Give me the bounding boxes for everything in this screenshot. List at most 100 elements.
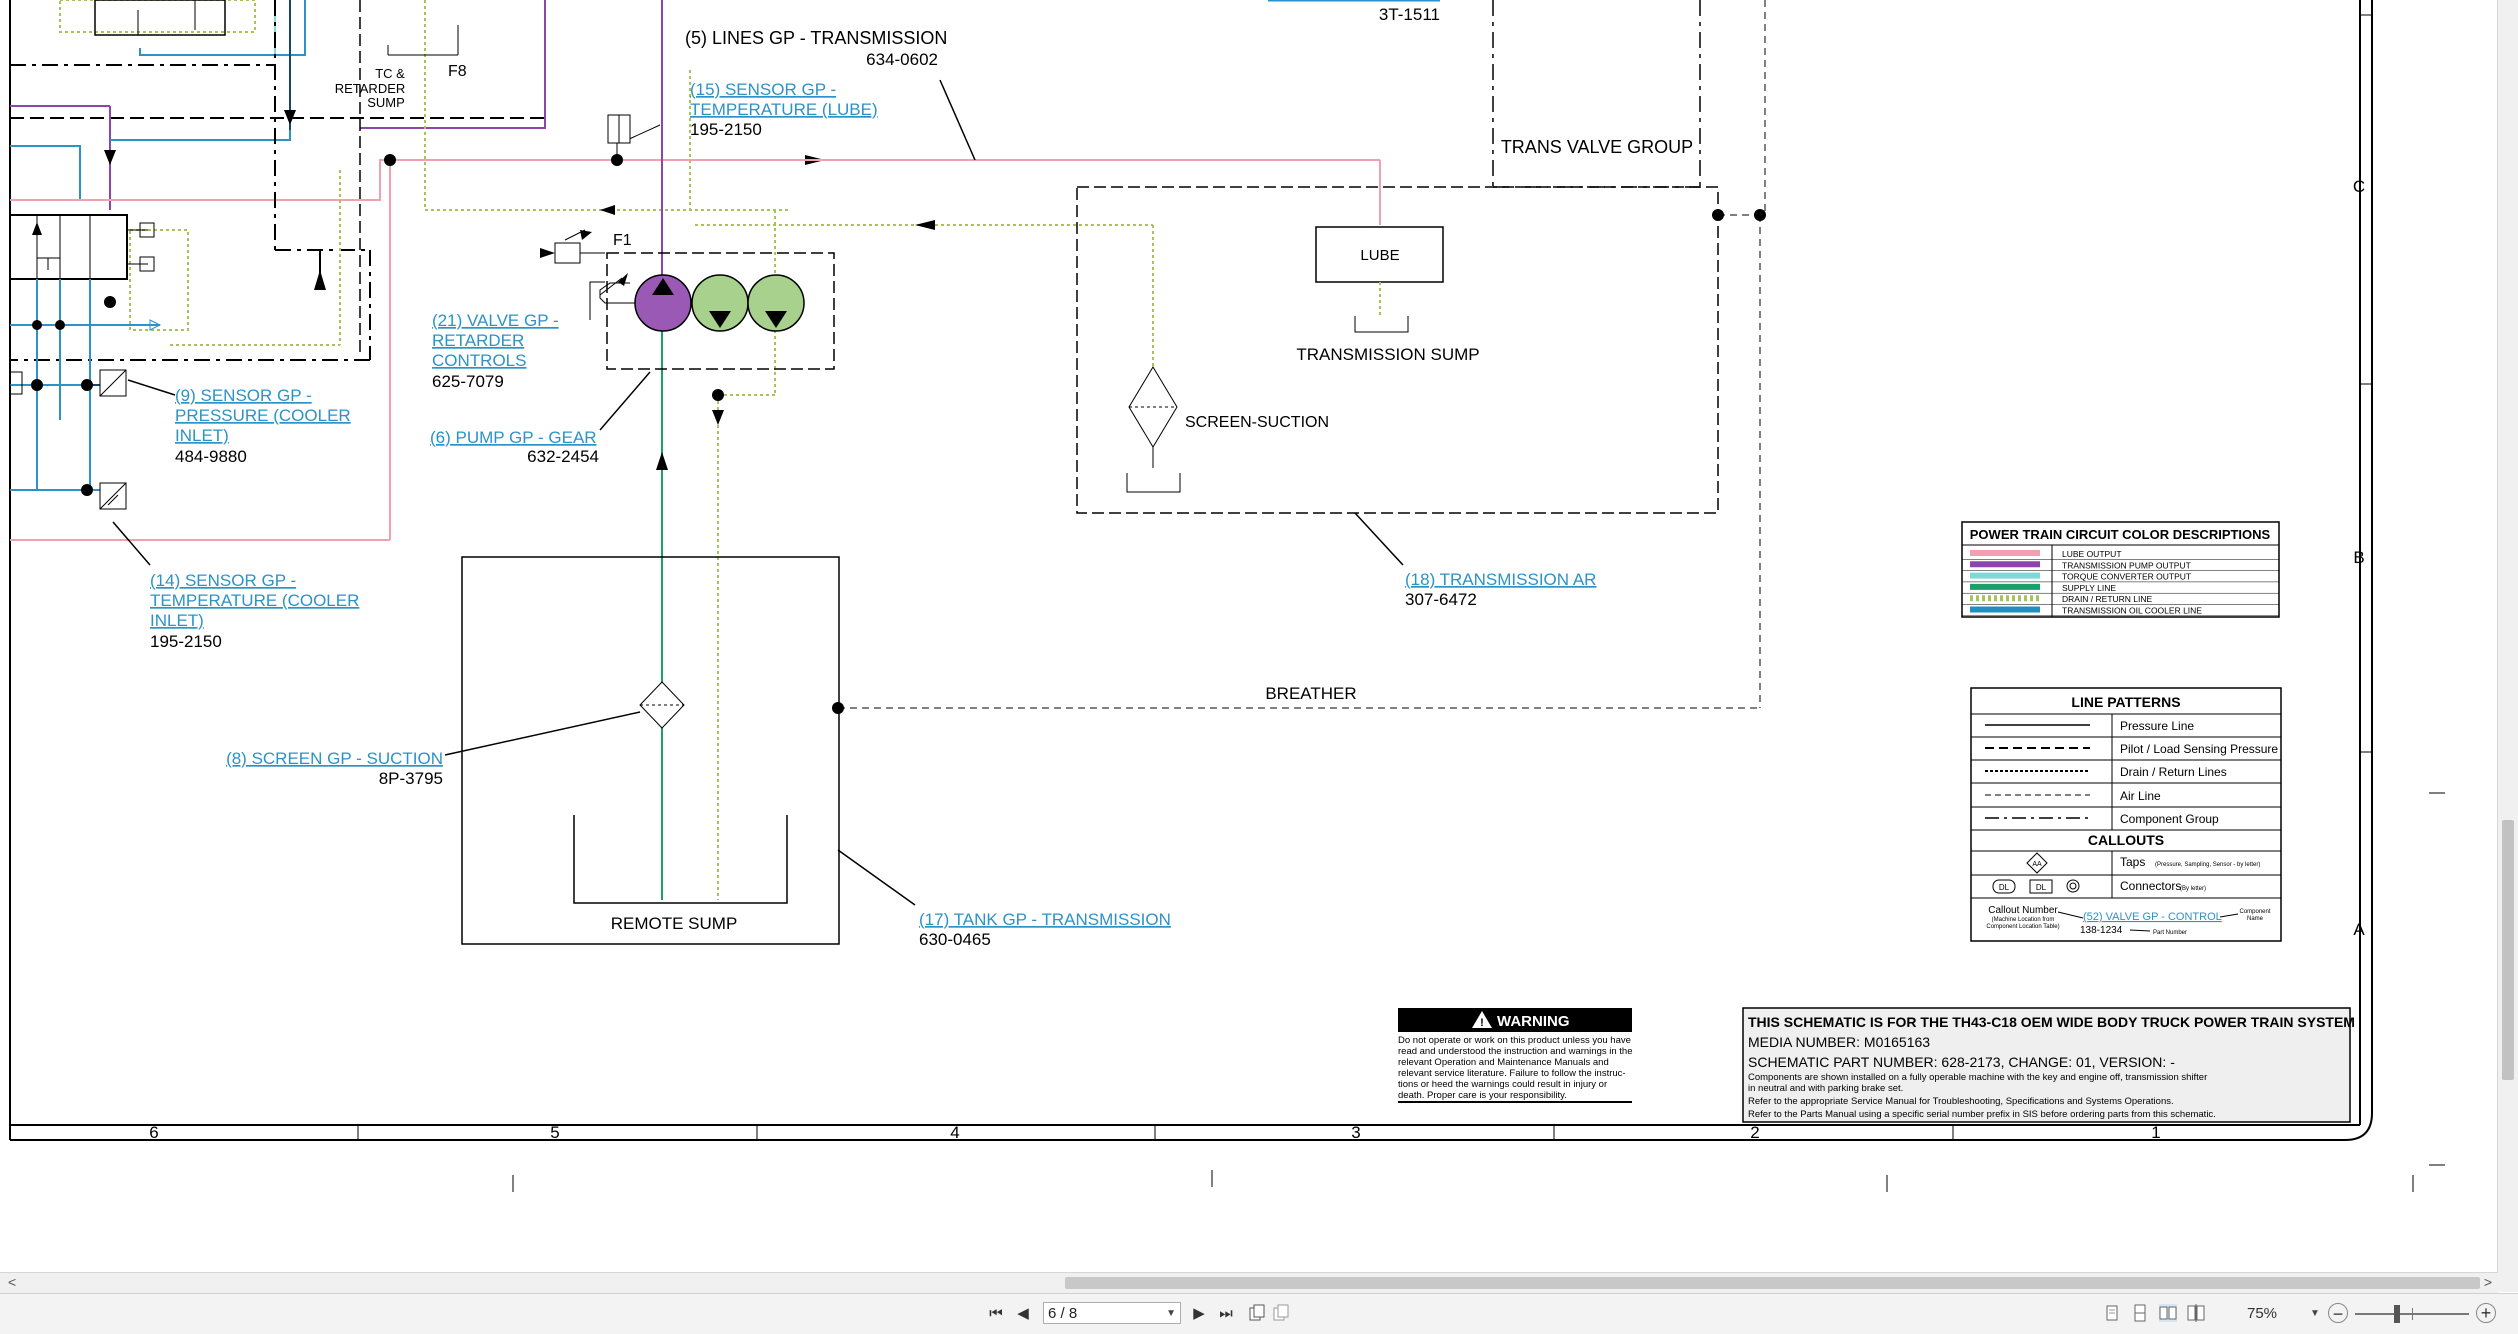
zoom-slider-midmark (2412, 1308, 2413, 1320)
example-callout-note-1: (Machine Location from (1992, 917, 2055, 923)
callout-9-link-2[interactable]: PRESSURE (COOLER (175, 406, 351, 425)
grid-row-a: A (2353, 920, 2365, 939)
callout-15-link-2[interactable]: TEMPERATURE (LUBE) (690, 100, 878, 119)
pattern-pressure: Pressure Line (2120, 719, 2194, 733)
example-component-name-1: Component (2239, 909, 2270, 915)
grid-col-2: 2 (1750, 1123, 1759, 1142)
callout-21-link[interactable]: (21) VALVE GP - (432, 311, 559, 330)
callout-21-part: 625-7079 (432, 372, 504, 391)
zoom-slider-thumb[interactable] (2394, 1305, 2400, 1323)
callout-14-link[interactable]: (14) SENSOR GP - (150, 571, 296, 590)
page-number-value: 6 / 8 (1048, 1305, 1078, 1322)
callout-5-title: (5) LINES GP - TRANSMISSION (685, 28, 947, 48)
color-legend-label: TRANSMISSION OIL COOLER LINE (2062, 606, 2202, 616)
next-page-button[interactable]: ▶ (1188, 1303, 1210, 1325)
vertical-scrollbar[interactable] (2497, 0, 2518, 1272)
scroll-left-icon[interactable]: < (8, 1274, 16, 1290)
color-legend-label: LUBE OUTPUT (2062, 549, 2122, 559)
title-block-title: THIS SCHEMATIC IS FOR THE TH43-C18 OEM W… (1748, 1014, 2355, 1030)
schematic-drawing: (5) LINES GP - TRANSMISSION 634-0602 3T-… (9, 0, 2445, 1192)
callout-21-link-3[interactable]: CONTROLS (432, 351, 526, 370)
book-view-icon[interactable] (2187, 1304, 2205, 1322)
grid-col-4: 4 (950, 1123, 959, 1142)
line-patterns-legend: LINE PATTERNS Pressure Line Pilot / Load… (1970, 687, 2282, 942)
vertical-scroll-thumb[interactable] (2502, 820, 2514, 1080)
callout-14-link-2[interactable]: TEMPERATURE (COOLER (150, 591, 359, 610)
callout-5-part: 634-0602 (866, 50, 938, 69)
pdf-viewer-window: (5) LINES GP - TRANSMISSION 634-0602 3T-… (0, 0, 2518, 1334)
example-callout-link[interactable]: (52) VALVE GP - CONTROL (2083, 911, 2222, 923)
previous-page-button[interactable]: ◀ (1012, 1303, 1034, 1325)
svg-text:!: ! (1480, 1017, 1484, 1029)
warning-line-5: tions or heed the warnings could result … (1398, 1079, 1607, 1090)
title-block-note-1: Components are shown installed on a full… (1748, 1072, 2207, 1083)
example-callout-number: Callout Number (1988, 905, 2058, 916)
example-part-number: Part Number (2153, 930, 2187, 936)
trans-valve-group-label: TRANS VALVE GROUP (1501, 137, 1693, 157)
callout-8-part: 8P-3795 (379, 769, 443, 788)
remote-sump-label: REMOTE SUMP (611, 914, 738, 933)
example-part: 138-1234 (2080, 925, 2123, 936)
title-block-note-3: Refer to the appropriate Service Manual … (1748, 1096, 2174, 1107)
color-legend-title: POWER TRAIN CIRCUIT COLOR DESCRIPTIONS (1970, 527, 2271, 542)
page-number-input[interactable]: 6 / 8 ▼ (1043, 1302, 1181, 1324)
chevron-down-icon[interactable]: ▼ (1166, 1303, 1176, 1325)
grid-row-b: B (2353, 548, 2364, 567)
grid-row-c: C (2353, 177, 2365, 196)
horizontal-scrollbar[interactable]: < > (0, 1272, 2498, 1293)
callout-6-link[interactable]: (6) PUMP GP - GEAR (430, 428, 597, 447)
document-canvas[interactable]: (5) LINES GP - TRANSMISSION 634-0602 3T-… (0, 0, 2498, 1272)
last-page-button[interactable]: ⏭ (1215, 1303, 1237, 1325)
warning-box: ! WARNING Do not operate or work on this… (1398, 1008, 1633, 1103)
first-page-button[interactable]: ⏮ (985, 1303, 1007, 1325)
f1-label: F1 (613, 232, 632, 249)
pattern-component-group: Component Group (2120, 812, 2219, 826)
warning-line-1: Do not operate or work on this product u… (1398, 1035, 1631, 1046)
zoom-out-button[interactable]: − (2328, 1303, 2348, 1324)
zoom-level[interactable]: 75% (2247, 1303, 2277, 1325)
callout-17-link[interactable]: (17) TANK GP - TRANSMISSION (919, 910, 1171, 929)
grid-col-5: 5 (550, 1123, 559, 1142)
horizontal-scroll-thumb[interactable] (1065, 1277, 2480, 1289)
pattern-drain: Drain / Return Lines (2120, 765, 2227, 779)
status-bar: ⏮ ◀ 6 / 8 ▼ ▶ ⏭ 75% ▼ − + (0, 1293, 2518, 1334)
line-patterns-title: LINE PATTERNS (2071, 694, 2180, 710)
callout-8-link[interactable]: (8) SCREEN GP - SUCTION (226, 749, 443, 768)
warning-line-4: relevant service literature. Failure to … (1398, 1068, 1626, 1079)
warning-line-3: relevant Operation and Maintenance Manua… (1398, 1057, 1609, 1068)
pattern-pilot: Pilot / Load Sensing Pressure (2120, 742, 2278, 756)
callout-6-part: 632-2454 (527, 447, 599, 466)
zoom-dropdown-icon[interactable]: ▼ (2310, 1303, 2320, 1325)
connector-1: DL (1999, 883, 2010, 892)
callout-9-part: 484-9880 (175, 447, 247, 466)
taps-label: Taps (2120, 855, 2145, 869)
screen-suction-label: SCREEN-SUCTION (1185, 414, 1329, 431)
grid-col-1: 1 (2151, 1123, 2160, 1142)
page-layout-icon[interactable] (1248, 1304, 1266, 1322)
tc-sump-label-2: RETARDER (335, 81, 406, 96)
color-legend-label: DRAIN / RETURN LINE (2062, 594, 2153, 604)
zoom-in-button[interactable]: + (2476, 1303, 2496, 1323)
continuous-view-icon[interactable] (2131, 1304, 2149, 1322)
single-page-view-icon[interactable] (2103, 1304, 2121, 1322)
f8-label: F8 (448, 63, 467, 80)
callout-18-link[interactable]: (18) TRANSMISSION AR (1405, 570, 1596, 589)
grid-col-3: 3 (1351, 1123, 1360, 1142)
tc-sump-label-1: TC & (375, 66, 405, 81)
callout-15-link[interactable]: (15) SENSOR GP - (690, 80, 836, 99)
copy-pages-icon[interactable] (1272, 1304, 1290, 1322)
connectors-label: Connectors (2120, 879, 2181, 893)
callout-14-link-3[interactable]: INLET) (150, 611, 204, 630)
two-page-view-icon[interactable] (2159, 1304, 2177, 1322)
warning-line-2: read and understood the instruction and … (1398, 1046, 1633, 1057)
scrollbar-corner (2498, 1272, 2518, 1292)
color-legend-label: TORQUE CONVERTER OUTPUT (2062, 572, 2191, 582)
scroll-right-icon[interactable]: > (2484, 1274, 2492, 1290)
callout-9-link-3[interactable]: INLET) (175, 426, 229, 445)
callout-17-part: 630-0465 (919, 930, 991, 949)
color-legend-label: TRANSMISSION PUMP OUTPUT (2062, 560, 2191, 570)
callout-14-part: 195-2150 (150, 632, 222, 651)
callout-15-part: 195-2150 (690, 120, 762, 139)
callout-21-link-2[interactable]: RETARDER (432, 331, 524, 350)
callout-9-link[interactable]: (9) SENSOR GP - (175, 386, 312, 405)
